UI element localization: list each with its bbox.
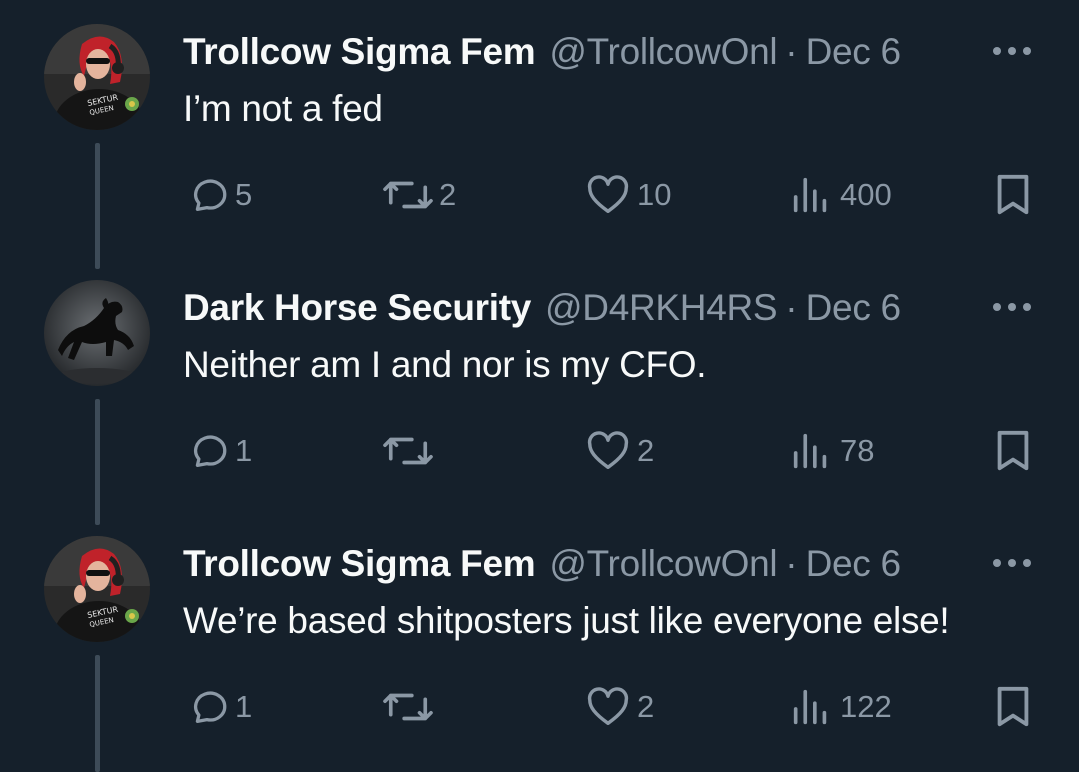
views-count: 78 bbox=[840, 433, 875, 468]
user-handle[interactable]: @TrollcowOnl bbox=[549, 542, 777, 586]
retweet-button[interactable] bbox=[383, 426, 439, 476]
separator-dot: · bbox=[785, 31, 798, 72]
reply-button[interactable]: 1 bbox=[183, 426, 252, 476]
red-haired-woman-avatar-icon: SEKTUR QUEEN bbox=[44, 536, 150, 642]
tweet-actions: 1 2 78 bbox=[183, 426, 1033, 476]
reply-button[interactable]: 1 bbox=[183, 682, 252, 732]
user-handle[interactable]: @D4RKH4RS bbox=[545, 286, 778, 330]
heart-icon bbox=[587, 175, 629, 214]
thread-line bbox=[95, 655, 100, 772]
views-count: 122 bbox=[840, 689, 892, 724]
views-button[interactable]: 78 bbox=[788, 426, 874, 476]
views-button[interactable]: 400 bbox=[788, 170, 892, 220]
avatar[interactable] bbox=[44, 280, 150, 386]
like-count: 10 bbox=[637, 177, 672, 212]
bookmark-button[interactable] bbox=[993, 682, 1033, 732]
views-chart-icon bbox=[793, 177, 827, 213]
retweet-button[interactable]: 2 bbox=[383, 170, 456, 220]
views-button[interactable]: 122 bbox=[788, 682, 892, 732]
retweet-icon bbox=[383, 181, 433, 209]
tweet-header: Trollcow Sigma Fem @TrollcowOnl · Dec 6 bbox=[183, 542, 1039, 586]
retweet-icon bbox=[383, 437, 433, 465]
avatar[interactable]: SEKTUR QUEEN bbox=[44, 536, 150, 642]
tweet[interactable]: SEKTUR QUEEN Trollcow Sigma Fem @Trollco… bbox=[0, 0, 1079, 269]
separator-dot: · bbox=[785, 543, 798, 584]
bookmark-icon bbox=[997, 174, 1029, 215]
tweet-date[interactable]: Dec 6 bbox=[806, 542, 901, 586]
more-dots-icon[interactable] bbox=[993, 300, 1031, 314]
more-dots-icon[interactable] bbox=[993, 556, 1031, 570]
tweet-header: Dark Horse Security @D4RKH4RS · Dec 6 bbox=[183, 286, 1039, 330]
tweet-date[interactable]: Dec 6 bbox=[806, 30, 901, 74]
display-name[interactable]: Dark Horse Security bbox=[183, 286, 531, 330]
reply-icon bbox=[194, 435, 227, 468]
display-name[interactable]: Trollcow Sigma Fem bbox=[183, 542, 536, 586]
bookmark-icon bbox=[997, 686, 1029, 727]
heart-icon bbox=[587, 431, 629, 470]
views-count: 400 bbox=[840, 177, 892, 212]
tweet-header: Trollcow Sigma Fem @TrollcowOnl · Dec 6 bbox=[183, 30, 1039, 74]
like-count: 2 bbox=[637, 689, 655, 724]
reply-count: 1 bbox=[235, 689, 253, 724]
retweet-count: 2 bbox=[439, 177, 457, 212]
bookmark-button[interactable] bbox=[993, 170, 1033, 220]
reply-count: 1 bbox=[235, 433, 253, 468]
tweet-text: I’m not a fed bbox=[183, 88, 383, 129]
retweet-icon bbox=[383, 693, 433, 721]
reply-icon bbox=[194, 179, 227, 212]
bookmark-icon bbox=[997, 430, 1029, 471]
reply-icon bbox=[194, 691, 227, 724]
views-chart-icon bbox=[793, 689, 827, 725]
like-button[interactable]: 2 bbox=[585, 682, 654, 732]
red-haired-woman-avatar-icon: SEKTUR QUEEN bbox=[44, 24, 150, 130]
reply-count: 5 bbox=[235, 177, 253, 212]
tweet-date[interactable]: Dec 6 bbox=[806, 286, 901, 330]
views-chart-icon bbox=[793, 433, 827, 469]
tweet-text: Neither am I and nor is my CFO. bbox=[183, 344, 707, 385]
tweet[interactable]: Dark Horse Security @D4RKH4RS · Dec 6 Ne… bbox=[0, 256, 1079, 525]
tweet-actions: 1 2 122 bbox=[183, 682, 1033, 732]
like-button[interactable]: 10 bbox=[585, 170, 671, 220]
reply-button[interactable]: 5 bbox=[183, 170, 252, 220]
thread-line bbox=[95, 399, 100, 525]
bookmark-button[interactable] bbox=[993, 426, 1033, 476]
separator-dot: · bbox=[785, 287, 798, 328]
display-name[interactable]: Trollcow Sigma Fem bbox=[183, 30, 536, 74]
heart-icon bbox=[587, 687, 629, 726]
black-horse-avatar-icon bbox=[44, 280, 150, 386]
like-count: 2 bbox=[637, 433, 655, 468]
more-dots-icon[interactable] bbox=[993, 44, 1031, 58]
like-button[interactable]: 2 bbox=[585, 426, 654, 476]
avatar[interactable]: SEKTUR QUEEN bbox=[44, 24, 150, 130]
tweet[interactable]: SEKTUR QUEEN Trollcow Sigma Fem @Trollco… bbox=[0, 512, 1079, 772]
thread-line bbox=[95, 143, 100, 269]
tweet-actions: 5 2 10 400 bbox=[183, 170, 1033, 220]
user-handle[interactable]: @TrollcowOnl bbox=[549, 30, 777, 74]
retweet-button[interactable] bbox=[383, 682, 439, 732]
tweet-text: We’re based shitposters just like everyo… bbox=[183, 600, 950, 641]
